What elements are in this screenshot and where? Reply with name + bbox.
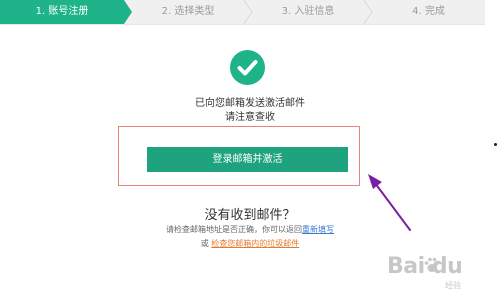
email-sent-message: 已向您邮箱发送激活邮件: [195, 98, 305, 109]
check-address-hint: 请检查邮箱地址是否正确，你可以返回重新填写: [100, 224, 400, 235]
check-spam-link[interactable]: 检查您邮箱内的垃圾邮件: [211, 239, 299, 248]
paw-icon: [424, 257, 440, 272]
not-received-title: 没有收到邮件？: [204, 208, 296, 223]
or-text: 或: [200, 239, 209, 248]
watermark-sub: 经验: [445, 281, 461, 290]
check-address-text: 请检查邮箱地址是否正确，你可以返回: [166, 225, 302, 234]
check-icon: [230, 50, 265, 85]
step-3-settle-info: 3. 入驻信息: [281, 6, 335, 17]
login-and-activate-button[interactable]: 登录邮箱并激活: [147, 147, 348, 172]
step-4-complete: 4. 完成: [412, 6, 445, 17]
step-progress-bar: 1. 账号注册 2. 选择类型 3. 入驻信息 4. 完成: [0, 0, 485, 25]
step-divider: [243, 0, 253, 24]
step-2-choose-type: 2. 选择类型: [161, 6, 215, 17]
step-divider: [363, 0, 373, 24]
step-1-account-register: 1. 账号注册: [35, 6, 89, 17]
refill-link[interactable]: 重新填写: [302, 225, 334, 234]
bullet-dot: [494, 143, 497, 146]
spam-hint: 或 检查您邮箱内的垃圾邮件: [100, 238, 400, 249]
check-inbox-message: 请注意查收: [225, 112, 275, 123]
baidu-jingyan-watermark: Bai du 经验: [385, 250, 495, 294]
